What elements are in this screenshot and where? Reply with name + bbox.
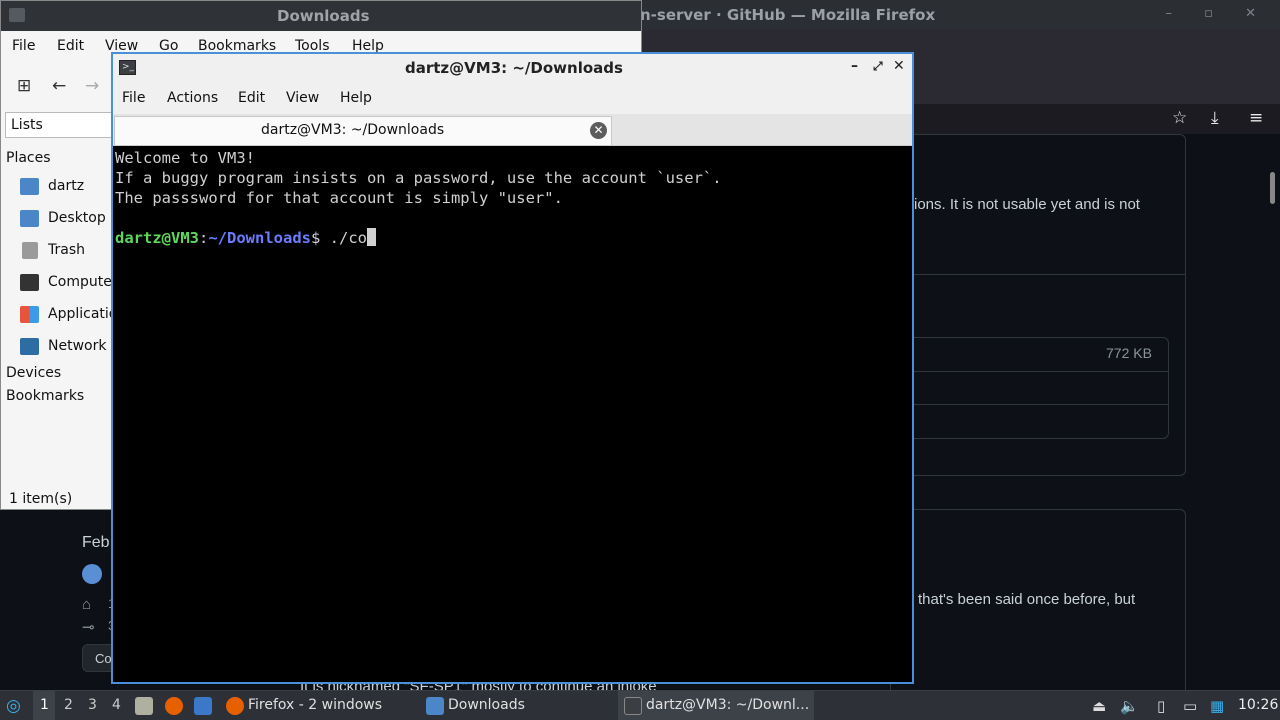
terminal-tab[interactable]: dartz@VM3: ~/Downloads ✕ (114, 116, 612, 145)
file-manager-title: Downloads (277, 7, 370, 25)
terminal-menubar: File Actions Edit View Help (113, 82, 912, 114)
prompt-user: dartz@VM3 (115, 229, 199, 247)
task-firefox[interactable]: Firefox - 2 windows (220, 691, 420, 720)
workspace-4[interactable]: 4 (112, 697, 121, 713)
applications-icon (20, 306, 39, 323)
bookmark-star-icon[interactable]: ☆ (1172, 108, 1187, 128)
bookmarks-section-header[interactable]: Bookmarks (6, 388, 84, 404)
tag-icon: ⌂ (82, 596, 92, 613)
network-icon (20, 338, 39, 355)
firefox-window-controls[interactable]: – ▫ ✕ (1166, 6, 1270, 21)
menu-edit[interactable]: Edit (57, 38, 84, 54)
network-status-icon[interactable]: ▦ (1210, 697, 1224, 715)
terminal-titlebar[interactable]: >_ dartz@VM3: ~/Downloads – ⤢ ✕ (113, 54, 912, 82)
task-downloads[interactable]: Downloads (420, 691, 616, 720)
author-avatar[interactable] (82, 564, 102, 584)
clipboard-icon[interactable]: ▯ (1157, 697, 1165, 715)
taskbar: ◎ 1 2 3 4 Firefox - 2 windows Downloads … (0, 690, 1280, 720)
firefox-launcher-icon[interactable] (165, 697, 183, 715)
folder-icon (426, 697, 444, 715)
tab-close-icon[interactable]: ✕ (590, 122, 607, 139)
forward-arrow-icon[interactable]: → (85, 76, 99, 96)
computer-icon (20, 274, 39, 291)
new-tab-icon[interactable]: ⊞ (17, 76, 31, 96)
terminal-icon: >_ (119, 60, 136, 75)
hamburger-menu-icon[interactable]: ≡ (1249, 108, 1263, 128)
terminal-prompt-line[interactable]: dartz@VM3:~/Downloads$ ./co (115, 228, 910, 248)
back-arrow-icon[interactable]: ← (52, 76, 66, 96)
asset-file-size: 772 KB (1106, 345, 1152, 361)
display-icon[interactable]: ▭ (1183, 697, 1197, 715)
place-label: Applicatio (48, 306, 118, 322)
side-pane-mode-label: Lists (11, 117, 43, 133)
firefox-scrollbar[interactable] (1270, 172, 1275, 204)
volume-icon[interactable]: 🔈 (1120, 697, 1139, 715)
terminal-output[interactable]: Welcome to VM3! If a buggy program insis… (113, 147, 912, 682)
asset-divider (895, 371, 1169, 372)
status-bar-text: 1 item(s) (9, 491, 73, 507)
prompt-path: ~/Downloads (208, 229, 311, 247)
terminal-line: Welcome to VM3! (115, 149, 255, 167)
places-section-header[interactable]: Places (6, 150, 51, 166)
trash-icon (22, 242, 38, 259)
commit-icon: ⊸ (82, 619, 95, 636)
release-card (890, 509, 1186, 709)
devices-section-header[interactable]: Devices (6, 365, 61, 381)
maximize-icon[interactable]: ⤢ (873, 59, 883, 74)
clock[interactable]: 10:26 (1238, 697, 1278, 713)
workspace-1[interactable]: 1 (40, 697, 49, 713)
workspace-3[interactable]: 3 (88, 697, 97, 713)
file-manager-titlebar[interactable]: Downloads (1, 1, 641, 31)
menu-help[interactable]: Help (340, 90, 372, 106)
task-label: Downloads (448, 697, 525, 713)
desktop-launcher-icon[interactable] (194, 697, 212, 715)
firefox-window-title: n-server · GitHub — Mozilla Firefox (640, 6, 936, 24)
place-label: Network (48, 338, 107, 354)
start-menu-icon[interactable]: ◎ (6, 696, 21, 716)
firefox-icon (226, 697, 244, 715)
menu-file[interactable]: File (122, 90, 145, 106)
text-cursor (367, 228, 376, 246)
minimize-icon[interactable]: – (851, 58, 858, 74)
prompt-separator: : (199, 229, 209, 247)
release-date: Feb (82, 534, 110, 551)
task-terminal[interactable]: dartz@VM3: ~/Downl... (618, 691, 814, 720)
menu-edit[interactable]: Edit (238, 90, 265, 106)
terminal-tab-bar: dartz@VM3: ~/Downloads ✕ (113, 114, 912, 146)
card-divider (890, 274, 1186, 275)
workspace-2[interactable]: 2 (64, 697, 73, 713)
side-pane-mode-selector[interactable]: Lists (5, 112, 113, 138)
place-label: Trash (48, 242, 85, 258)
menu-file[interactable]: File (12, 38, 35, 54)
terminal-window-title: dartz@VM3: ~/Downloads (405, 59, 623, 77)
folder-icon (9, 8, 25, 22)
asset-divider (895, 404, 1169, 405)
home-folder-icon (20, 178, 39, 195)
terminal-tab-label: dartz@VM3: ~/Downloads (261, 122, 445, 138)
menu-actions[interactable]: Actions (167, 90, 218, 106)
task-label: Firefox - 2 windows (248, 697, 383, 713)
eject-icon[interactable]: ⏏ (1092, 697, 1106, 715)
release-notes-text: that's been said once before, but (918, 591, 1136, 608)
place-label: Desktop (48, 210, 106, 226)
place-label: dartz (48, 178, 85, 194)
terminal-icon (624, 697, 642, 715)
terminal-line: If a buggy program insists on a password… (115, 169, 722, 187)
terminal-window: >_ dartz@VM3: ~/Downloads – ⤢ ✕ File Act… (111, 52, 914, 684)
desktop-folder-icon (20, 210, 39, 227)
close-icon[interactable]: ✕ (893, 58, 905, 74)
place-label: Compute (48, 274, 112, 290)
menu-view[interactable]: View (286, 90, 319, 106)
download-icon[interactable]: ⤓ (1211, 108, 1219, 128)
prompt-symbol: $ (311, 229, 330, 247)
terminal-line: The passsword for that account is simply… (115, 189, 563, 207)
readme-text: ions. It is not usable yet and is not (914, 196, 1140, 213)
command-input[interactable]: ./co (330, 229, 367, 247)
task-label: dartz@VM3: ~/Downl... (646, 697, 810, 713)
file-manager-launcher-icon[interactable] (135, 697, 153, 715)
firefox-url-bar[interactable] (912, 104, 1280, 134)
